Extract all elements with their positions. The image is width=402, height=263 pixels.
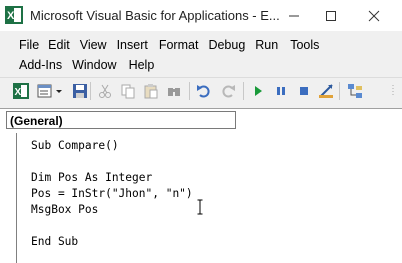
svg-text:X: X bbox=[7, 10, 15, 22]
menu-run[interactable]: Run bbox=[255, 34, 284, 56]
find-icon[interactable] bbox=[166, 83, 182, 99]
object-combo-box[interactable]: (General) bbox=[6, 111, 236, 129]
menu-row-1: File Edit View Insert Format Debug Run T… bbox=[0, 34, 325, 56]
menu-help[interactable]: Help bbox=[129, 54, 161, 76]
redo-icon[interactable] bbox=[220, 83, 236, 99]
insert-module-icon[interactable] bbox=[37, 83, 53, 99]
code-margin-indicator bbox=[16, 133, 17, 263]
standard-toolbar: X bbox=[0, 77, 402, 106]
window-title: Microsoft Visual Basic for Applications … bbox=[30, 8, 280, 23]
code-line[interactable]: Sub Compare() bbox=[31, 139, 119, 152]
minimize-icon bbox=[289, 15, 299, 16]
toolbar-separator bbox=[243, 82, 244, 100]
toolbar-separator bbox=[90, 82, 91, 100]
code-line[interactable]: End Sub bbox=[31, 235, 78, 248]
menu-tools[interactable]: Tools bbox=[290, 34, 325, 56]
close-button[interactable] bbox=[356, 0, 392, 31]
menu-bar: File Edit View Insert Format Debug Run T… bbox=[0, 31, 402, 77]
design-mode-icon[interactable] bbox=[318, 83, 334, 99]
reset-icon[interactable] bbox=[296, 83, 312, 99]
paste-icon[interactable] bbox=[143, 83, 159, 99]
maximize-button[interactable] bbox=[313, 0, 349, 31]
code-line[interactable]: MsgBox Pos bbox=[31, 203, 98, 216]
menu-row-2: Add-Ins Window Help bbox=[0, 54, 160, 76]
excel-icon[interactable]: X bbox=[13, 83, 29, 99]
break-icon[interactable] bbox=[273, 83, 289, 99]
text-cursor-icon bbox=[197, 199, 203, 215]
copy-icon[interactable] bbox=[120, 83, 136, 99]
project-explorer-icon[interactable] bbox=[347, 83, 363, 99]
title-bar: X Microsoft Visual Basic for Application… bbox=[0, 0, 402, 31]
cut-icon[interactable] bbox=[97, 83, 113, 99]
menu-insert[interactable]: Insert bbox=[117, 34, 154, 56]
menu-debug[interactable]: Debug bbox=[208, 34, 251, 56]
menu-file[interactable]: File bbox=[19, 34, 45, 56]
undo-icon[interactable] bbox=[196, 83, 212, 99]
menu-edit[interactable]: Edit bbox=[48, 34, 76, 56]
toolbar-separator bbox=[189, 82, 190, 100]
menu-window[interactable]: Window bbox=[72, 54, 122, 76]
menu-add-ins[interactable]: Add-Ins bbox=[19, 54, 68, 76]
menu-format[interactable]: Format bbox=[159, 34, 205, 56]
svg-text:X: X bbox=[15, 87, 22, 98]
close-icon bbox=[368, 10, 380, 21]
dropdown-icon[interactable] bbox=[55, 83, 63, 99]
run-icon[interactable] bbox=[250, 83, 266, 99]
menu-view[interactable]: View bbox=[80, 34, 113, 56]
code-line[interactable]: Pos = InStr("Jhon", "n") bbox=[31, 187, 193, 200]
excel-app-icon: X bbox=[5, 6, 23, 24]
code-line[interactable]: Dim Pos As Integer bbox=[31, 171, 152, 184]
toolbar-overflow-icon[interactable] bbox=[388, 83, 398, 99]
save-icon[interactable] bbox=[72, 83, 88, 99]
toolbar-separator bbox=[339, 82, 340, 100]
maximize-icon bbox=[326, 10, 336, 21]
minimize-button[interactable] bbox=[276, 0, 312, 31]
